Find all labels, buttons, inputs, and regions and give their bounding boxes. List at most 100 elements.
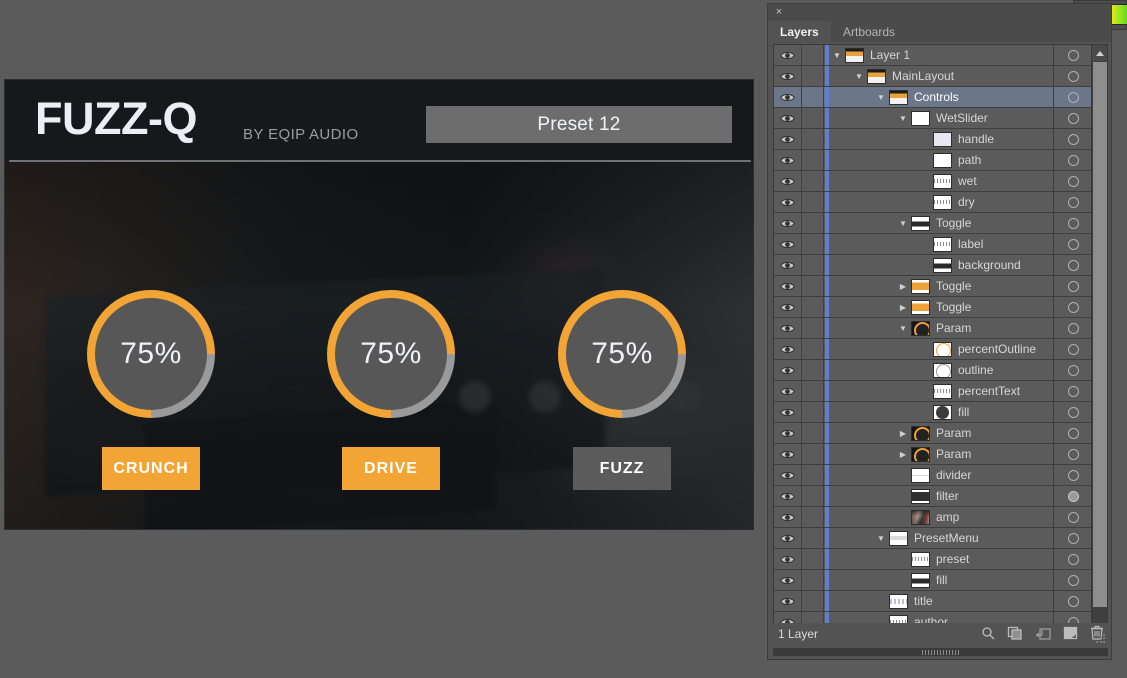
visibility-toggle-icon[interactable] [774, 360, 802, 380]
make-clipping-mask-icon[interactable] [1007, 626, 1023, 640]
target-indicator[interactable] [1053, 171, 1092, 191]
lock-toggle-cell[interactable] [803, 402, 824, 422]
chevron-down-icon[interactable]: ▼ [873, 87, 889, 107]
visibility-toggle-icon[interactable] [774, 381, 802, 401]
layer-row-wetslider[interactable]: ▼ WetSlider [774, 108, 1092, 129]
layer-row-percentoutline[interactable]: percentOutline [774, 339, 1092, 360]
target-indicator[interactable] [1053, 507, 1092, 527]
layer-name-label[interactable]: Param [936, 426, 971, 440]
layer-name-label[interactable]: dry [958, 195, 975, 209]
lock-toggle-cell[interactable] [803, 255, 824, 275]
collect-in-new-layer-icon[interactable] [1035, 626, 1051, 640]
target-indicator[interactable] [1053, 486, 1092, 506]
chevron-down-icon[interactable]: ▼ [851, 66, 867, 86]
layer-row-presetmenu[interactable]: ▼ PresetMenu [774, 528, 1092, 549]
knob-fuzz[interactable]: 75% [558, 290, 686, 418]
chevron-down-icon[interactable]: ▼ [895, 108, 911, 128]
target-indicator[interactable] [1053, 528, 1092, 548]
close-icon[interactable]: × [773, 6, 785, 18]
layer-name-label[interactable]: handle [958, 132, 994, 146]
lock-toggle-cell[interactable] [803, 570, 824, 590]
lock-toggle-cell[interactable] [803, 276, 824, 296]
visibility-toggle-icon[interactable] [774, 129, 802, 149]
layer-name-label[interactable]: Toggle [936, 300, 971, 314]
lock-toggle-cell[interactable] [803, 444, 824, 464]
tab-layers[interactable]: Layers [768, 21, 831, 42]
layer-row-param[interactable]: ▼ Param [774, 318, 1092, 339]
target-indicator[interactable] [1053, 381, 1092, 401]
lock-toggle-cell[interactable] [803, 129, 824, 149]
lock-toggle-cell[interactable] [803, 486, 824, 506]
visibility-toggle-icon[interactable] [774, 108, 802, 128]
layer-name-label[interactable]: preset [936, 552, 969, 566]
chevron-down-icon[interactable]: ▼ [873, 528, 889, 548]
lock-toggle-cell[interactable] [803, 507, 824, 527]
lock-toggle-cell[interactable] [803, 423, 824, 443]
visibility-toggle-icon[interactable] [774, 171, 802, 191]
visibility-toggle-icon[interactable] [774, 549, 802, 569]
visibility-toggle-icon[interactable] [774, 528, 802, 548]
target-indicator[interactable] [1053, 276, 1092, 296]
tab-artboards[interactable]: Artboards [831, 21, 908, 42]
layer-row-controls[interactable]: ▼ Controls [774, 87, 1092, 108]
layer-name-label[interactable]: Toggle [936, 279, 971, 293]
layer-name-label[interactable]: filter [936, 489, 959, 503]
lock-toggle-cell[interactable] [803, 528, 824, 548]
panel-drag-bar[interactable] [773, 648, 1108, 656]
layer-name-label[interactable]: fill [936, 573, 947, 587]
lock-toggle-cell[interactable] [803, 150, 824, 170]
visibility-toggle-icon[interactable] [774, 66, 802, 86]
target-indicator[interactable] [1053, 213, 1092, 233]
chevron-down-icon[interactable]: ▼ [829, 45, 845, 65]
target-indicator[interactable] [1053, 87, 1092, 107]
visibility-toggle-icon[interactable] [774, 87, 802, 107]
layer-name-label[interactable]: Controls [914, 90, 959, 104]
knob-drive[interactable]: 75% [327, 290, 455, 418]
layer-row-toggle[interactable]: ▼ Toggle [774, 213, 1092, 234]
target-indicator[interactable] [1053, 108, 1092, 128]
lock-toggle-cell[interactable] [803, 66, 824, 86]
layer-name-label[interactable]: path [958, 153, 981, 167]
lock-toggle-cell[interactable] [803, 591, 824, 611]
visibility-toggle-icon[interactable] [774, 444, 802, 464]
layer-name-label[interactable]: Param [936, 321, 971, 335]
chevron-down-icon[interactable]: ▼ [895, 213, 911, 233]
layer-row-outline[interactable]: outline [774, 360, 1092, 381]
layer-row-percenttext[interactable]: percentText [774, 381, 1092, 402]
chevron-right-icon[interactable]: ▶ [895, 423, 911, 443]
layer-row-toggle[interactable]: ▶ Toggle [774, 276, 1092, 297]
lock-toggle-cell[interactable] [803, 213, 824, 233]
target-indicator[interactable] [1053, 255, 1092, 275]
layer-name-label[interactable]: fill [958, 405, 969, 419]
chevron-right-icon[interactable]: ▶ [895, 276, 911, 296]
layer-row-layer 1[interactable]: ▼ Layer 1 [774, 45, 1092, 66]
target-indicator[interactable] [1053, 297, 1092, 317]
layer-name-label[interactable]: PresetMenu [914, 531, 979, 545]
target-indicator[interactable] [1053, 570, 1092, 590]
visibility-toggle-icon[interactable] [774, 339, 802, 359]
layer-name-label[interactable]: percentText [958, 384, 1020, 398]
layer-name-label[interactable]: MainLayout [892, 69, 954, 83]
target-indicator[interactable] [1053, 591, 1092, 611]
layer-row-title[interactable]: title [774, 591, 1092, 612]
layer-row-divider[interactable]: divider [774, 465, 1092, 486]
layer-row-amp[interactable]: amp [774, 507, 1092, 528]
scroll-up-icon[interactable] [1092, 45, 1107, 61]
visibility-toggle-icon[interactable] [774, 213, 802, 233]
visibility-toggle-icon[interactable] [774, 150, 802, 170]
target-indicator[interactable] [1053, 192, 1092, 212]
lock-toggle-cell[interactable] [803, 108, 824, 128]
layer-row-wet[interactable]: wet [774, 171, 1092, 192]
layer-row-handle[interactable]: handle [774, 129, 1092, 150]
target-indicator[interactable] [1053, 465, 1092, 485]
visibility-toggle-icon[interactable] [774, 507, 802, 527]
visibility-toggle-icon[interactable] [774, 402, 802, 422]
target-indicator[interactable] [1053, 234, 1092, 254]
layer-row-filter[interactable]: filter [774, 486, 1092, 507]
lock-toggle-cell[interactable] [803, 297, 824, 317]
lock-toggle-cell[interactable] [803, 381, 824, 401]
target-indicator[interactable] [1053, 423, 1092, 443]
target-indicator[interactable] [1053, 318, 1092, 338]
layers-scrollbar[interactable] [1091, 45, 1107, 641]
toggle-button-crunch[interactable]: CRUNCH [102, 447, 200, 490]
